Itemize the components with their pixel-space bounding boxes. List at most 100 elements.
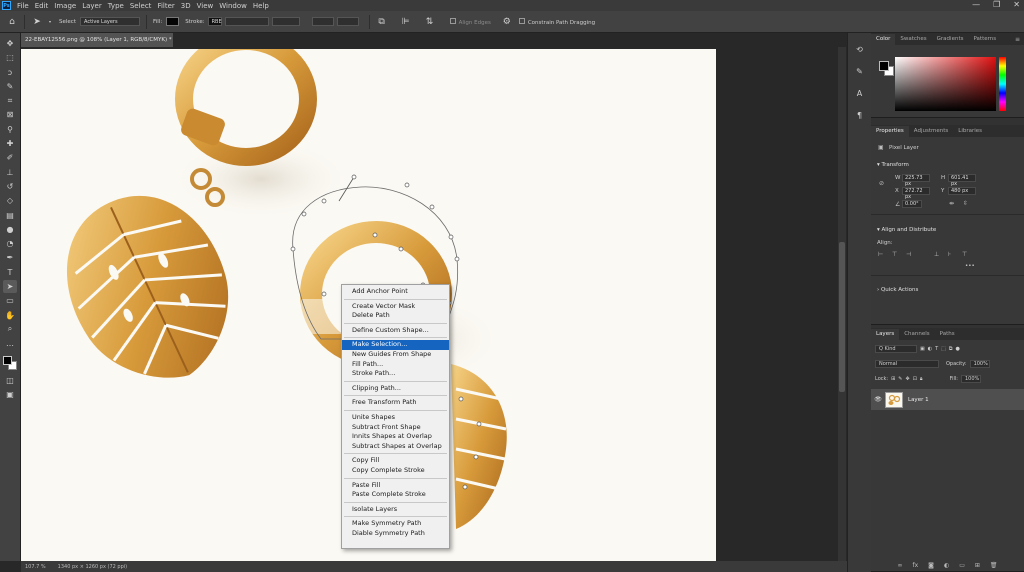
menu-window[interactable]: Window bbox=[216, 2, 250, 10]
menu-edit[interactable]: Edit bbox=[32, 2, 52, 10]
visibility-eye-icon[interactable]: 👁︎ bbox=[871, 396, 885, 403]
tab-properties[interactable]: Properties bbox=[871, 126, 909, 137]
constrain-path-checkbox[interactable]: Constrain Path Dragging bbox=[518, 17, 595, 26]
tab-adjustments[interactable]: Adjustments bbox=[909, 126, 953, 137]
filter-smart-object-icon[interactable]: ⧉ bbox=[949, 346, 953, 352]
align-edges-checkbox[interactable]: Align Edges bbox=[449, 17, 491, 26]
layer-name[interactable]: Layer 1 bbox=[908, 397, 929, 403]
align-center-icon[interactable]: ⊤ bbox=[892, 251, 897, 258]
lock-transparency-icon[interactable]: ⊞ bbox=[891, 376, 895, 382]
filter-pixel-icon[interactable]: ▣ bbox=[920, 346, 925, 352]
clone-stamp-tool-icon[interactable]: ⊥ bbox=[3, 166, 17, 179]
menu-3d[interactable]: 3D bbox=[178, 2, 194, 10]
stroke-width-field[interactable] bbox=[224, 17, 269, 26]
context-menu-item[interactable]: Stroke Path... bbox=[342, 369, 449, 379]
align-section-title[interactable]: ▾ Align and Distribute bbox=[877, 227, 936, 233]
menu-image[interactable]: Image bbox=[51, 2, 79, 10]
type-tool-icon[interactable]: T bbox=[3, 266, 17, 279]
stroke-type-dropdown[interactable] bbox=[271, 17, 300, 26]
height-field[interactable]: 601.41 px bbox=[948, 174, 976, 187]
flip-vertical-icon[interactable]: ⇳ bbox=[963, 200, 968, 207]
quick-mask-icon[interactable]: ◫ bbox=[3, 374, 17, 387]
eyedropper-tool-icon[interactable]: ⚲ bbox=[3, 123, 17, 136]
gradient-tool-icon[interactable]: ▤ bbox=[3, 209, 17, 222]
tool-preset-chevron-icon[interactable]: ▾ bbox=[49, 19, 51, 24]
filter-toggle-icon[interactable]: ● bbox=[955, 346, 959, 352]
menu-select[interactable]: Select bbox=[127, 2, 155, 10]
context-menu-item[interactable]: Paste Complete Stroke bbox=[342, 490, 449, 500]
menu-layer[interactable]: Layer bbox=[79, 2, 105, 10]
close-icon[interactable]: ✕ bbox=[1013, 0, 1020, 9]
angle-field[interactable]: 0.00° bbox=[902, 200, 922, 208]
lock-artboard-icon[interactable]: ⊡ bbox=[913, 376, 917, 382]
dodge-tool-icon[interactable]: ◔ bbox=[3, 237, 17, 250]
lock-position-icon[interactable]: ✥ bbox=[906, 376, 910, 382]
character-icon[interactable]: A bbox=[854, 87, 866, 99]
scrollbar-thumb[interactable] bbox=[839, 242, 845, 392]
context-menu-item[interactable]: Make Selection... bbox=[342, 340, 449, 350]
lock-pixels-icon[interactable]: ✎ bbox=[898, 376, 902, 382]
context-menu-item[interactable]: Add Anchor Point bbox=[342, 287, 449, 297]
color-swatches[interactable] bbox=[3, 355, 17, 370]
transform-section-title[interactable]: ▾ Transform bbox=[877, 162, 909, 168]
stroke-swatch[interactable]: RBE bbox=[207, 17, 222, 26]
rectangle-tool-icon[interactable]: ▭ bbox=[3, 294, 17, 307]
photoshop-logo-icon[interactable]: Ps bbox=[2, 1, 11, 10]
tab-libraries[interactable]: Libraries bbox=[953, 126, 987, 137]
context-menu-item[interactable]: Isolate Layers bbox=[342, 505, 449, 515]
add-mask-icon[interactable]: ◙ bbox=[928, 562, 934, 569]
filter-type-icon[interactable]: T bbox=[935, 346, 938, 352]
context-menu-item[interactable]: Innits Shapes at Overlap bbox=[342, 432, 449, 442]
layer-row[interactable]: 👁︎ Layer 1 bbox=[871, 389, 1024, 410]
more-tools-icon[interactable]: … bbox=[3, 337, 17, 350]
frame-tool-icon[interactable]: ⊠ bbox=[3, 108, 17, 121]
blur-tool-icon[interactable]: ● bbox=[3, 223, 17, 236]
filter-shape-icon[interactable]: ⬚ bbox=[941, 346, 946, 352]
new-group-icon[interactable]: ▭ bbox=[959, 562, 965, 569]
menu-file[interactable]: File bbox=[14, 2, 32, 10]
tab-channels[interactable]: Channels bbox=[899, 329, 934, 340]
crop-tool-icon[interactable]: ⌗ bbox=[3, 94, 17, 107]
fill-swatch[interactable] bbox=[166, 17, 180, 26]
link-icon[interactable]: ⊘ bbox=[879, 180, 884, 187]
foreground-color-swatch[interactable] bbox=[879, 61, 889, 71]
filter-adjustment-icon[interactable]: ◐ bbox=[928, 346, 932, 352]
context-menu-item[interactable]: Unite Shapes bbox=[342, 413, 449, 423]
context-menu-item[interactable]: New Guides From Shape bbox=[342, 350, 449, 360]
more-options-button[interactable]: ••• bbox=[965, 263, 975, 269]
lasso-tool-icon[interactable]: ↄ bbox=[3, 66, 17, 79]
align-middle-icon[interactable]: ⊦ bbox=[948, 251, 951, 258]
menu-type[interactable]: Type bbox=[105, 2, 127, 10]
opacity-field[interactable]: 100% bbox=[969, 359, 990, 368]
menu-view[interactable]: View bbox=[194, 2, 217, 10]
menu-filter[interactable]: Filter bbox=[154, 2, 177, 10]
quick-actions-title[interactable]: › Quick Actions bbox=[877, 287, 918, 293]
x-field[interactable]: 272.72 px bbox=[902, 187, 930, 200]
context-menu-item[interactable]: Delete Path bbox=[342, 311, 449, 321]
context-menu-item[interactable]: Define Custom Shape... bbox=[342, 326, 449, 336]
move-tool-icon[interactable]: ✥ bbox=[3, 37, 17, 50]
link-layers-icon[interactable]: ∞ bbox=[897, 562, 902, 569]
layer-style-icon[interactable]: fx bbox=[912, 562, 918, 569]
zoom-level[interactable]: 107.7 % bbox=[25, 564, 46, 570]
context-menu-item[interactable]: Copy Fill bbox=[342, 456, 449, 466]
context-menu-item[interactable]: Create Vector Mask bbox=[342, 302, 449, 312]
align-right-icon[interactable]: ⊣ bbox=[906, 251, 911, 258]
tab-patterns[interactable]: Patterns bbox=[968, 34, 1001, 45]
zoom-tool-icon[interactable]: ⌕ bbox=[3, 323, 17, 336]
context-menu-item[interactable]: Subtract Front Shape bbox=[342, 423, 449, 433]
path-selection-tool-icon[interactable]: ➤ bbox=[3, 280, 17, 294]
hand-tool-icon[interactable]: ✋ bbox=[3, 309, 17, 322]
fill-field[interactable]: 100% bbox=[960, 374, 981, 383]
context-menu-item[interactable]: Free Transform Path bbox=[342, 398, 449, 408]
home-icon[interactable]: ⌂ bbox=[6, 16, 18, 28]
vertical-scrollbar[interactable] bbox=[838, 47, 846, 561]
align-bottom-icon[interactable]: ⊤ bbox=[962, 251, 967, 258]
menu-help[interactable]: Help bbox=[250, 2, 272, 10]
minimize-icon[interactable]: — bbox=[972, 0, 980, 9]
healing-brush-tool-icon[interactable]: ✚ bbox=[3, 137, 17, 150]
quick-selection-tool-icon[interactable]: ✎ bbox=[3, 80, 17, 93]
panel-menu-icon[interactable]: ≡ bbox=[1015, 34, 1024, 45]
kind-filter-dropdown[interactable]: Q Kind bbox=[875, 344, 917, 353]
width-field[interactable]: 225.73 px bbox=[902, 174, 930, 187]
